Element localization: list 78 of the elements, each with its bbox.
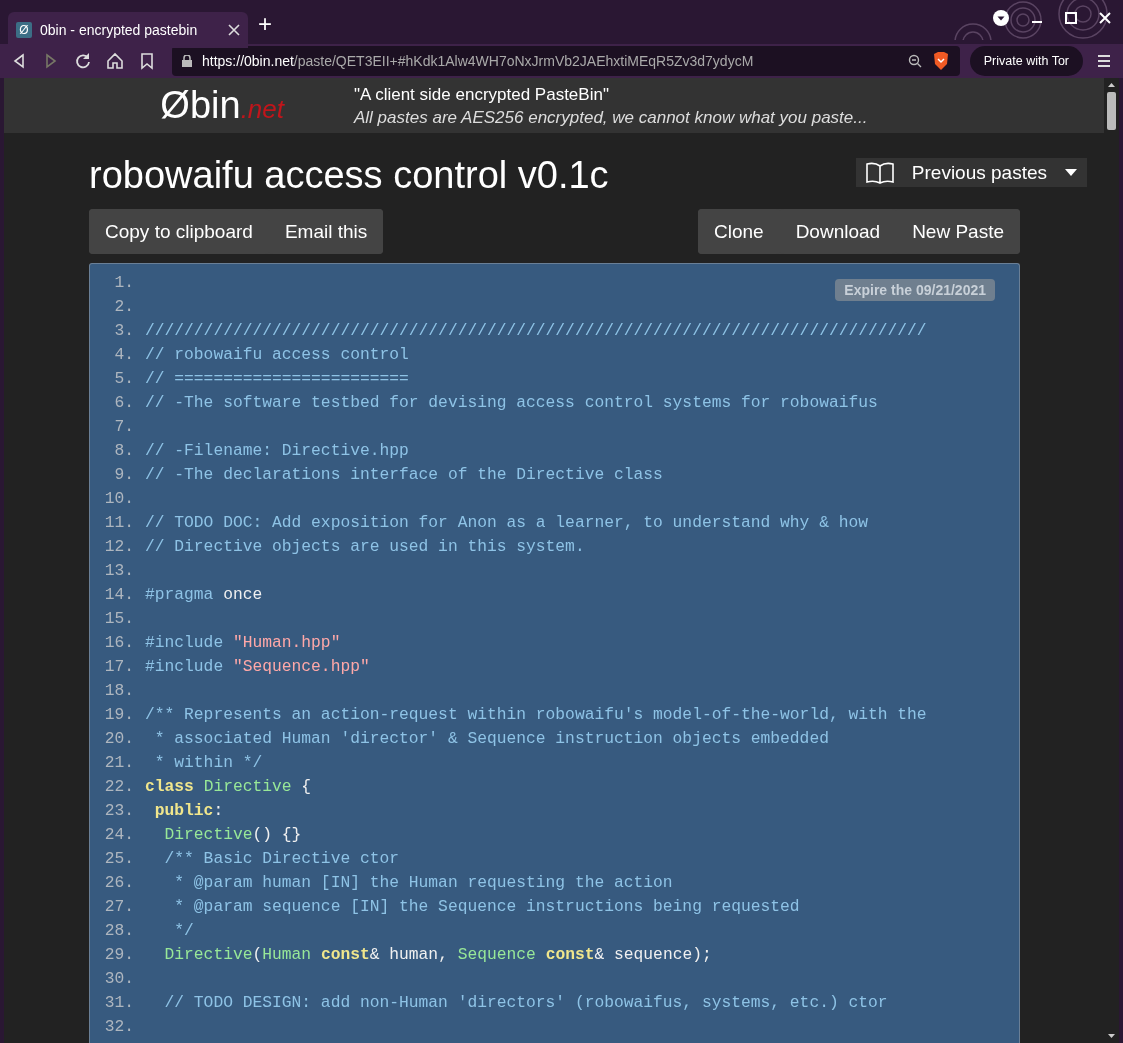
line-number: 28. — [103, 920, 135, 940]
url-text: https://0bin.net/paste/QET3EII+#hKdk1Alw4WH7oNxJrmVb2JAEhxtiMEqR5Zv3d7ydycM — [202, 53, 755, 69]
code-line: * associated Human 'director' & Sequence instruction objects embedded — [153, 728, 829, 748]
line-number: 30. — [103, 968, 135, 988]
line-number: 2. — [113, 296, 135, 316]
code-line: /** Represents an action-request within robowaifu's model-of-the-world, with the — [145, 704, 927, 724]
line-number: 17. — [103, 656, 135, 676]
previous-pastes-button[interactable]: Previous pastes — [855, 158, 1087, 187]
line-number: 23. — [103, 800, 135, 820]
paste-title: robowaifu access control v0.1c — [89, 154, 609, 197]
code-line: // TODO DESIGN: add non-Human 'directors' (robowaifus, systems, etc.) ctor — [163, 992, 888, 1012]
line-number: 7. — [113, 416, 135, 436]
line-number: 15. — [103, 608, 135, 628]
line-number: 19. — [103, 704, 135, 724]
scrollbar-thumb[interactable] — [1107, 92, 1116, 130]
subtitle: All pastes are AES256 encrypted, we cannot know what you paste... — [354, 106, 868, 129]
code-line: * @param human [IN] the Human requesting the action — [173, 872, 673, 892]
line-number: 11. — [103, 512, 135, 532]
code-line: * within */ — [153, 752, 263, 772]
line-number: 20. — [103, 728, 135, 748]
line-number: 9. — [113, 464, 135, 484]
home-icon[interactable] — [104, 50, 126, 72]
line-number: 31. — [103, 992, 135, 1012]
line-number: 6. — [113, 392, 135, 412]
caret-icon — [1065, 168, 1077, 177]
line-number: 29. — [103, 944, 135, 964]
line-number: 21. — [103, 752, 135, 772]
line-number: 13. — [103, 560, 135, 580]
browser-tab[interactable]: Ø 0bin - encrypted pastebin — [8, 12, 248, 48]
site-logo[interactable]: Øbin.net — [4, 84, 354, 127]
book-icon — [865, 161, 894, 184]
code-line: class Directive { — [145, 776, 312, 796]
address-bar[interactable]: https://0bin.net/paste/QET3EII+#hKdk1Alw4WH7oNxJrmVb2JAEhxtiMEqR5Zv3d7ydycM — [172, 46, 960, 76]
line-number: 27. — [103, 896, 135, 916]
tagline: "A client side encrypted PasteBin" — [354, 83, 610, 106]
code-line: /** Basic Directive ctor — [163, 848, 400, 868]
new-tab-button[interactable]: + — [258, 12, 272, 36]
code-line: // -The declarations interface of the Directive class — [145, 464, 663, 484]
tab-title: 0bin - encrypted pastebin — [40, 22, 199, 38]
line-number: 4. — [113, 344, 135, 364]
code-line: // -The software testbed for devising access control systems for robowaifus — [145, 392, 878, 412]
code-line: Directive(Human const& human, Sequence const& sequence); — [163, 944, 712, 964]
line-number: 12. — [103, 536, 135, 556]
code-line: * @param sequence [IN] the Sequence instructions being requested — [173, 896, 800, 916]
line-number: 18. — [103, 680, 135, 700]
expiry-badge: Expire the 09/21/2021 — [835, 279, 995, 301]
code-line: #include "Human.hpp" — [145, 632, 341, 652]
dropdown-icon[interactable] — [993, 10, 1009, 26]
private-tor-button[interactable]: Private with Tor — [969, 46, 1083, 76]
code-line: //////////////////////////////////////////////////////////////////////////////// — [145, 320, 927, 340]
code-line: // TODO DOC: Add exposition for Anon as a learner, to understand why & how — [145, 512, 868, 532]
line-number: 8. — [113, 440, 135, 460]
line-number: 25. — [103, 848, 135, 868]
code-line: public: — [153, 800, 224, 820]
lock-icon — [182, 55, 192, 67]
line-number: 24. — [103, 824, 135, 844]
code-line: #pragma once — [145, 584, 263, 604]
shield-icon[interactable] — [931, 51, 950, 71]
line-number: 26. — [103, 872, 135, 892]
code-line: // robowaifu access control — [145, 344, 409, 364]
line-number: 14. — [103, 584, 135, 604]
line-number: 1. — [113, 272, 135, 292]
code-line: #include "Sequence.hpp" — [145, 656, 370, 676]
code-line: */ — [173, 920, 194, 940]
line-number: 16. — [103, 632, 135, 652]
close-icon[interactable] — [228, 24, 240, 36]
line-number: 5. — [113, 368, 135, 388]
line-number: 10. — [103, 488, 135, 508]
code-line: // Directive objects are used in this system. — [145, 536, 585, 556]
zoom-icon[interactable] — [907, 54, 922, 68]
code-line: // ======================== — [145, 368, 409, 388]
maximize-icon[interactable] — [1065, 12, 1077, 24]
line-number: 3. — [113, 320, 135, 340]
code-line: // -Filename: Directive.hpp — [145, 440, 409, 460]
line-number: 32. — [103, 1016, 135, 1036]
line-number: 22. — [103, 776, 135, 796]
favicon: Ø — [16, 22, 32, 38]
code-line: Directive() {} — [163, 824, 302, 844]
